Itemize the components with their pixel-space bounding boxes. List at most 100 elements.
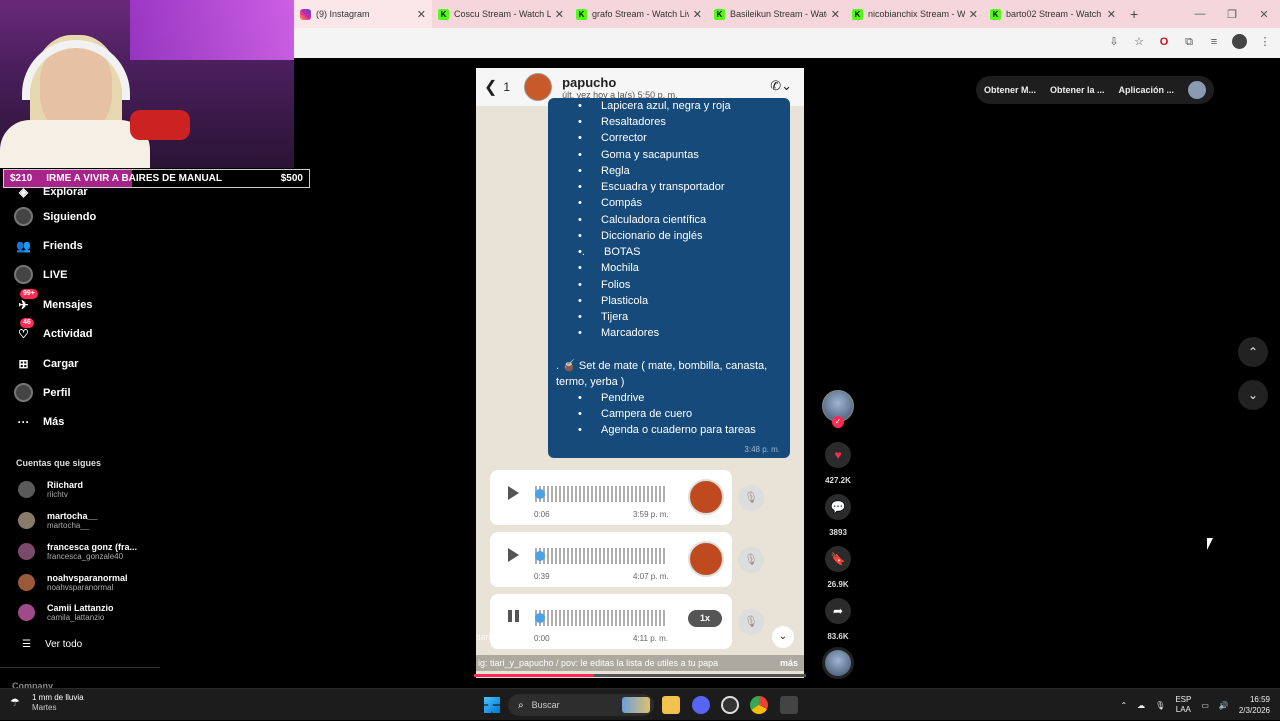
sidebar: ◈ Explorar Siguiendo 👥 Friends LIVE ✈ 99+… — [0, 185, 170, 691]
contact-name: papucho — [562, 74, 617, 90]
close-icon[interactable]: ✕ — [969, 8, 978, 21]
weather-widget[interactable]: ☂ 1 mm de lluvia Martes — [10, 693, 84, 713]
install-icon[interactable]: ⇩ — [1107, 35, 1121, 49]
music-disc[interactable] — [822, 647, 854, 679]
profile-avatar[interactable] — [1232, 34, 1247, 49]
live-icon — [14, 265, 33, 284]
obs-icon[interactable] — [721, 696, 739, 714]
get-coins-button[interactable]: Obtener M... — [984, 85, 1036, 95]
see-all-link[interactable]: ☰ Ver todo — [22, 639, 82, 650]
sidebar-item-explore[interactable]: ◈ Explorar — [14, 182, 88, 201]
opera-icon[interactable]: O — [1157, 35, 1171, 49]
video-progress-bar[interactable] — [474, 674, 806, 677]
get-app-button[interactable]: Obtener la ... — [1050, 85, 1105, 95]
caption-more-link[interactable]: más — [780, 655, 798, 671]
windows-taskbar: ☂ 1 mm de lluvia Martes ⌕ Buscar ⌃ ☁ 🎙 E… — [0, 688, 1280, 720]
close-icon[interactable]: ✕ — [417, 8, 426, 21]
tab-nicobianchix[interactable]: K nicobianchix Stream - Wa ✕ — [846, 0, 984, 28]
close-icon[interactable]: ✕ — [831, 8, 840, 21]
sidebar-item-following[interactable]: Siguiendo — [14, 207, 96, 226]
close-icon[interactable]: ✕ — [1107, 8, 1116, 21]
app-icon[interactable] — [780, 696, 798, 714]
friends-icon: 👥 — [16, 238, 31, 253]
share-button[interactable]: ➦ — [825, 598, 851, 624]
close-icon[interactable]: ✕ — [693, 8, 702, 21]
taskbar-search[interactable]: ⌕ Buscar — [508, 694, 654, 716]
user-avatar[interactable] — [1188, 81, 1207, 99]
sidebar-item-friends[interactable]: 👥 Friends — [14, 236, 83, 255]
file-explorer-icon[interactable] — [662, 696, 680, 714]
avatar — [18, 604, 35, 621]
windows-start-icon[interactable] — [484, 697, 500, 713]
phone-call-icon: ✆⌄ — [770, 78, 792, 93]
sidebar-item-profile[interactable]: Perfil — [14, 383, 71, 402]
media-icon[interactable]: ≡ — [1207, 35, 1221, 49]
discord-icon[interactable] — [692, 696, 710, 714]
following-account[interactable]: Riichard riichtv — [18, 480, 83, 499]
clock-date: 2/3/2026 — [1238, 706, 1270, 715]
microphone-icon — [130, 110, 190, 140]
contact-avatar — [524, 73, 553, 101]
save-count: 26.9K — [827, 580, 849, 589]
avatar — [18, 543, 35, 560]
like-count: 427.2K — [825, 476, 851, 485]
sidebar-item-activity[interactable]: ♡ 46 Actividad — [14, 318, 93, 343]
account-name: noahvsparanormal — [47, 573, 128, 583]
follow-plus-icon[interactable]: ✓ — [832, 416, 844, 428]
tab-grafo[interactable]: K grafo Stream - Watch Live ✕ — [570, 0, 708, 28]
sidebar-item-upload[interactable]: ⊞ Cargar — [14, 354, 78, 373]
sidebar-item-live[interactable]: LIVE — [14, 265, 67, 284]
microphone-icon: 🎙 — [738, 609, 764, 635]
extensions-icon[interactable]: ⧉ — [1182, 35, 1196, 49]
sidebar-item-label: Mensajes — [43, 298, 93, 311]
message-bubble: • Lapicera azul, negra y roja • Resaltador… — [548, 98, 790, 458]
maximize-icon[interactable]: ❐ — [1216, 8, 1248, 21]
following-account[interactable]: noahvsparanormal noahvsparanormal — [18, 573, 128, 592]
kick-icon: K — [576, 8, 587, 20]
rain-icon: ☂ — [10, 697, 20, 709]
following-account[interactable]: Camii Lattanzio camila_lattanzio — [18, 603, 114, 622]
new-tab-button[interactable]: + — [1130, 6, 1138, 22]
desktop-app-button[interactable]: Aplicación ... — [1119, 85, 1175, 95]
bookmark-star-icon[interactable]: ☆ — [1132, 35, 1146, 49]
audio-duration: 0:39 — [534, 572, 550, 581]
sidebar-item-messages[interactable]: ✈ 99+ Mensajes — [14, 289, 93, 314]
clock-time: 16:59 — [1249, 695, 1270, 704]
save-button[interactable]: 🔖 — [825, 546, 851, 572]
close-window-icon[interactable]: ✕ — [1248, 8, 1280, 21]
like-button[interactable]: ♥ — [825, 442, 851, 468]
chrome-icon[interactable] — [750, 696, 768, 714]
video-player[interactable]: ❮ 1 papucho últ. vez hoy a la(s) 5:50 p.… — [476, 68, 804, 678]
tab-title: barto02 Stream - Watch L — [1006, 9, 1103, 19]
video-username-overlay: tiarisss — [476, 632, 505, 642]
menu-icon[interactable]: ⋮ — [1258, 35, 1272, 49]
language-indicator[interactable]: ESP LAA — [1175, 695, 1191, 715]
tab-barto[interactable]: K barto02 Stream - Watch L ✕ — [984, 0, 1122, 28]
previous-video-button[interactable]: ⌃ — [1238, 337, 1268, 367]
minimize-icon[interactable]: — — [1184, 8, 1216, 20]
tab-instagram[interactable]: (9) Instagram ✕ — [294, 0, 432, 28]
onedrive-icon[interactable]: ☁ — [1137, 701, 1145, 710]
more-icon: ··· — [17, 414, 30, 429]
sidebar-item-more[interactable]: ··· Más — [14, 412, 65, 431]
message-time: 3:48 p. m. — [744, 445, 780, 454]
next-video-button[interactable]: ⌄ — [1238, 380, 1268, 410]
chevron-up-icon[interactable]: ⌃ — [1120, 701, 1127, 710]
comment-button[interactable]: 💬 — [825, 494, 851, 520]
following-account[interactable]: martocha__ martocha__ — [18, 511, 98, 530]
tab-basileikun[interactable]: K Basileikun Stream - Watch ✕ — [708, 0, 846, 28]
tab-title: (9) Instagram — [316, 9, 370, 19]
volume-icon[interactable]: 🔊 — [1219, 701, 1229, 710]
close-icon[interactable]: ✕ — [555, 8, 564, 21]
goal-current-amount: $210 — [10, 173, 33, 184]
tab-coscu[interactable]: K Coscu Stream - Watch Live ✕ — [432, 0, 570, 28]
following-account[interactable]: francesca gonz (fra... francesca_gonzale4… — [18, 542, 137, 561]
sidebar-item-label: LIVE — [43, 268, 68, 281]
clock[interactable]: 16:59 2/3/2026 — [1239, 694, 1270, 716]
audio-time: 4:11 p. m. — [633, 634, 668, 643]
mic-tray-icon[interactable]: 🎙 — [1155, 701, 1165, 710]
sidebar-item-label: Friends — [43, 239, 83, 252]
playback-speed: 1x — [688, 610, 722, 627]
monitor-icon[interactable]: ▭ — [1201, 701, 1209, 710]
tab-title: grafo Stream - Watch Live — [592, 9, 689, 19]
